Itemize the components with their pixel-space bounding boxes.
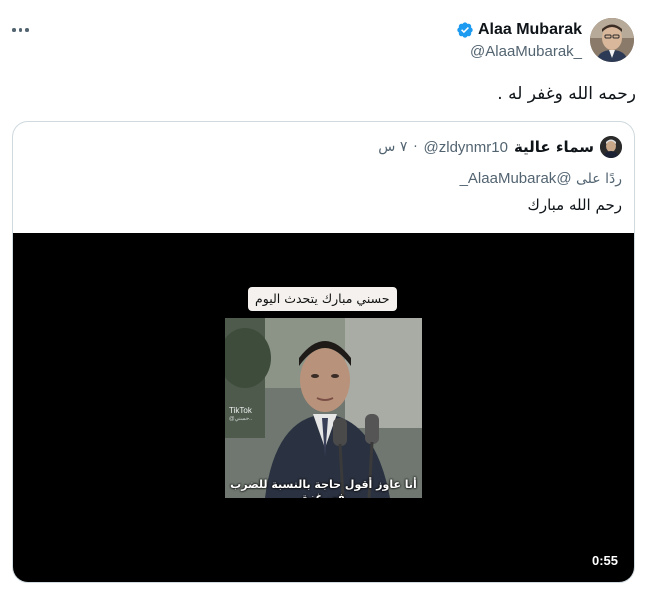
- tiktok-watermark-handle: @حسني..: [229, 416, 253, 422]
- video-caption: أنا عاوز أقول حاجة بالنسبة للضرب في غزة: [230, 478, 417, 498]
- reply-context: ردًا على @AlaaMubarak_: [460, 170, 622, 187]
- quoted-tweet-time[interactable]: ٧ س: [378, 139, 407, 155]
- video-player[interactable]: حسني مبارك يتحدث اليوم TikTok @حسني.. أن…: [13, 233, 634, 582]
- reply-mention-link[interactable]: @AlaaMubarak_: [460, 170, 572, 187]
- reply-prefix: ردًا على: [576, 171, 622, 187]
- tweet-author[interactable]: Alaa Mubarak @AlaaMubarak_: [456, 20, 582, 62]
- quoted-author-name[interactable]: سماء عالية: [514, 138, 594, 156]
- quoted-tweet-card[interactable]: ٧ س · @zldynmr10 سماء عالية ردًا على @Al…: [12, 121, 635, 583]
- header-separator: ·: [413, 139, 418, 155]
- video-duration: 0:55: [591, 553, 618, 568]
- more-icon-dot: [25, 28, 29, 32]
- author-avatar[interactable]: [590, 18, 634, 62]
- video-title-overlay: حسني مبارك يتحدث اليوم: [248, 287, 397, 311]
- verified-badge-icon: [457, 22, 473, 38]
- quoted-tweet-header: ٧ س · @zldynmr10 سماء عالية: [378, 136, 622, 158]
- quoted-author-avatar[interactable]: [600, 136, 622, 158]
- more-options-button[interactable]: [12, 22, 36, 38]
- quoted-author-handle[interactable]: @zldynmr10: [424, 139, 508, 156]
- more-icon-dot: [12, 28, 16, 32]
- tweet-text: رحمه الله وغفر له .: [497, 84, 636, 104]
- tiktok-logo-icon: TikTok: [229, 406, 252, 415]
- author-name[interactable]: Alaa Mubarak: [478, 20, 582, 40]
- video-frame: TikTok @حسني.. أنا عاوز أقول حاجة بالنسب…: [225, 318, 422, 498]
- author-handle[interactable]: @AlaaMubarak_: [456, 42, 582, 62]
- quoted-tweet-text: رحم الله مبارك: [527, 196, 622, 214]
- more-icon-dot: [18, 28, 22, 32]
- tiktok-watermark: TikTok @حسني..: [229, 406, 252, 424]
